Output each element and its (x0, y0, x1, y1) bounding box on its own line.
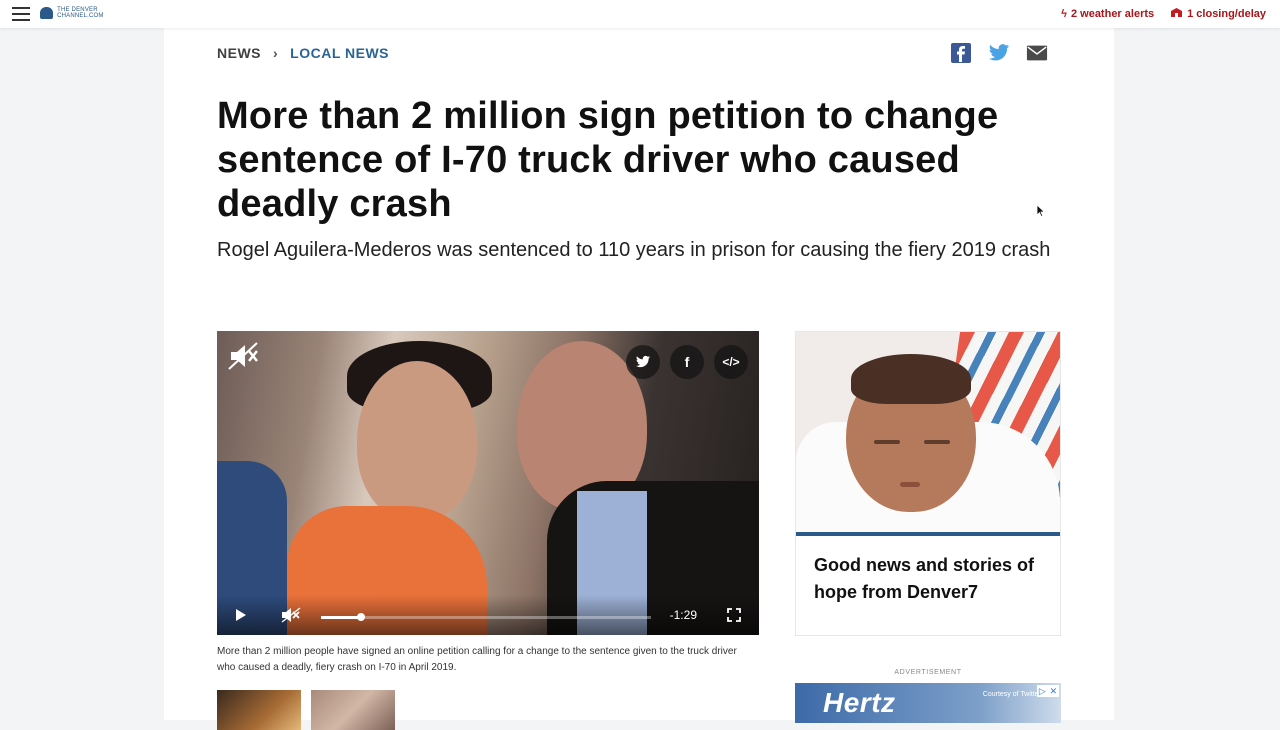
hamburger-menu-icon[interactable] (12, 7, 30, 21)
video-scrubber-handle[interactable] (356, 613, 365, 621)
facebook-icon[interactable] (950, 42, 972, 64)
video-embed-button[interactable]: </> (714, 345, 748, 379)
lightning-icon: ϟ (1061, 8, 1067, 20)
adchoices-icon: ▷ (1038, 685, 1046, 696)
advertisement-banner[interactable]: Hertz Courtesy of Twitter ▷ ✕ (795, 683, 1061, 723)
promo-title[interactable]: Good news and stories of hope from Denve… (814, 552, 1044, 606)
related-video-thumbnail[interactable] (217, 690, 301, 730)
advertisement-label: ADVERTISEMENT (894, 669, 962, 676)
ad-credit: Courtesy of Twitter (982, 691, 1041, 698)
logo-mark (40, 7, 54, 19)
video-player[interactable]: f </> -1:29 (217, 331, 759, 635)
logo-text: THE DENVER CHANNEL.COM (57, 7, 104, 19)
twitter-icon[interactable] (988, 42, 1010, 64)
video-caption: More than 2 million people have signed a… (217, 646, 737, 673)
closings-link[interactable]: 1 closing/delay (1170, 7, 1266, 21)
video-controls: -1:29 (217, 595, 759, 635)
breadcrumb-news[interactable]: NEWS (217, 45, 261, 61)
video-progress-bar[interactable] (321, 613, 651, 621)
video-twitter-share-button[interactable] (626, 345, 660, 379)
fullscreen-icon[interactable] (727, 608, 741, 622)
alerts-bar: ϟ 2 weather alerts 1 closing/delay (1061, 7, 1266, 21)
twitter-icon (636, 355, 650, 368)
top-bar: THE DENVER CHANNEL.COM ϟ 2 weather alert… (0, 0, 1280, 28)
breadcrumb: NEWS › LOCAL NEWS (217, 45, 389, 61)
related-video-thumbnail[interactable] (311, 690, 395, 730)
email-icon[interactable] (1026, 42, 1048, 64)
mouse-cursor-icon (1036, 204, 1046, 218)
article-subheadline: Rogel Aguilera-Mederos was sentenced to … (217, 239, 1051, 261)
mute-icon[interactable] (281, 607, 301, 623)
video-time-remaining: -1:29 (669, 608, 697, 622)
site-logo[interactable]: THE DENVER CHANNEL.COM (40, 6, 110, 20)
weather-alerts-label: 2 weather alerts (1070, 8, 1155, 20)
promo-image (796, 332, 1060, 536)
page-title: More than 2 million sign petition to cha… (217, 95, 999, 225)
promo-card[interactable]: Good news and stories of hope from Denve… (795, 331, 1061, 636)
ad-brand: Hertz (823, 687, 896, 718)
article-container: NEWS › LOCAL NEWS More than 2 million si… (164, 28, 1114, 730)
related-thumbnails (217, 690, 395, 730)
breadcrumb-local-news[interactable]: LOCAL NEWS (290, 45, 389, 61)
close-icon: ✕ (1049, 685, 1058, 696)
school-icon (1170, 7, 1183, 21)
weather-alerts-link[interactable]: ϟ 2 weather alerts (1061, 7, 1154, 21)
video-facebook-share-button[interactable]: f (670, 345, 704, 379)
ad-close-button[interactable]: ▷ ✕ (1037, 685, 1059, 697)
muted-speaker-icon[interactable] (227, 341, 261, 371)
video-progress-fill (321, 616, 361, 619)
share-buttons (950, 42, 1048, 64)
chevron-right-icon: › (273, 45, 279, 61)
closings-label: 1 closing/delay (1187, 8, 1266, 20)
play-icon[interactable] (235, 608, 247, 622)
